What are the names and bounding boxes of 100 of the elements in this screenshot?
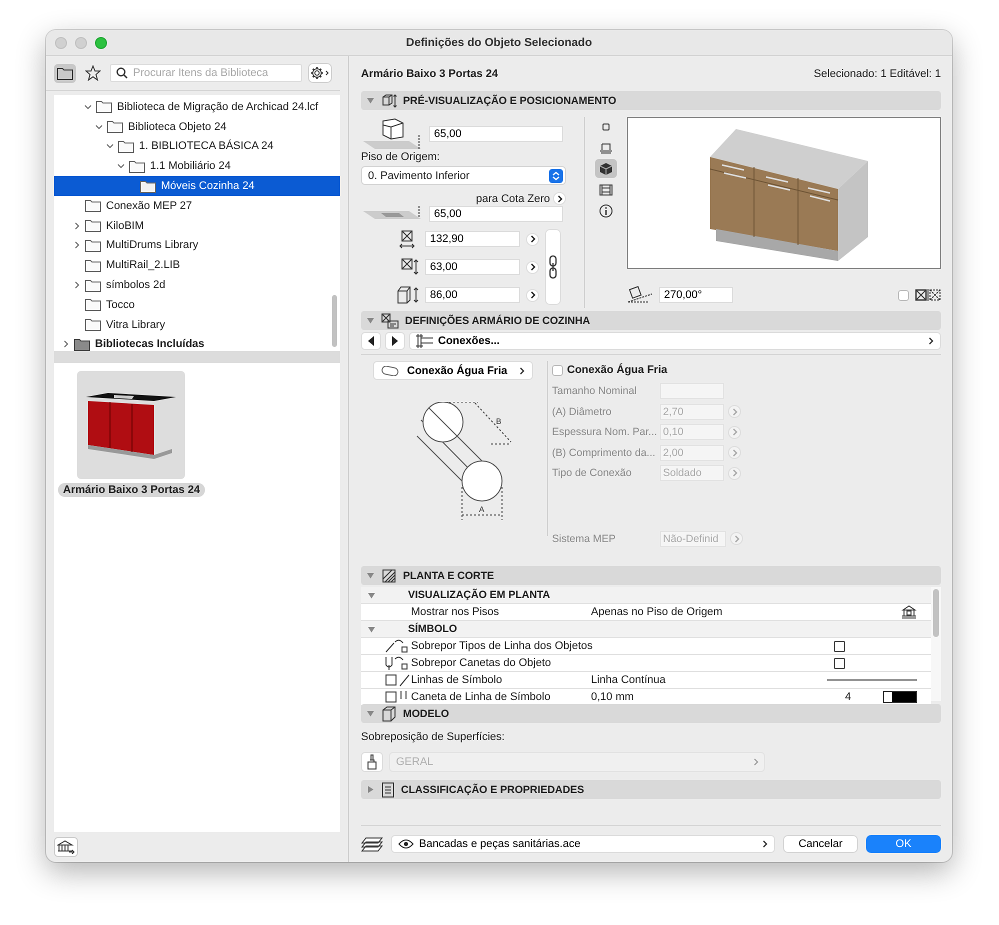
zoom-button[interactable] [95, 36, 107, 48]
star-icon [85, 65, 101, 81]
chevron-icon[interactable] [106, 142, 114, 150]
chevron-icon[interactable] [116, 162, 124, 170]
parameter-label: Tipo de Conexão [552, 467, 633, 480]
pipe-fitting-icon [415, 333, 435, 349]
tree-item[interactable]: MultiRail_2.LIB [54, 255, 340, 276]
property-value[interactable]: Linha Contínua [591, 674, 801, 686]
section-header[interactable]: PRÉ-VISUALIZAÇÃO E POSICIONAMENTO [361, 91, 941, 110]
tree-item[interactable]: Vitra Library [54, 314, 340, 335]
settings-button[interactable] [308, 63, 332, 83]
cube-icon [381, 706, 397, 722]
item-label[interactable]: Armário Baixo 3 Portas 24 [58, 483, 205, 497]
section-header[interactable]: MODELO [361, 704, 941, 723]
checkbox[interactable] [834, 658, 845, 668]
parameter-label: (B) Comprimento da... [552, 446, 656, 459]
rotation-field[interactable]: 270,00° [659, 287, 733, 303]
scrollbar[interactable] [332, 295, 337, 347]
folder-icon [129, 160, 145, 173]
property-label: Sobrepor Canetas do Objeto [411, 657, 552, 669]
folder-icon [118, 140, 134, 153]
tree-item[interactable]: Bibliotecas Incluídas [54, 334, 340, 354]
library-manager-button[interactable] [54, 837, 78, 857]
height-field[interactable]: 86,00 [425, 287, 520, 303]
checkbox[interactable] [834, 640, 845, 652]
tree-item[interactable]: 1. BIBLIOTECA BÁSICA 24 [54, 136, 340, 156]
next-page-button[interactable] [385, 332, 405, 350]
tree-item[interactable]: MultiDrums Library [54, 236, 340, 256]
line-sample-icon[interactable] [827, 678, 917, 682]
document-icon [381, 782, 395, 798]
chevron-icon [734, 534, 740, 543]
scrollbar[interactable] [933, 589, 939, 637]
chevron-icon[interactable] [62, 340, 70, 348]
pipe-diagram-drawing: A B [403, 402, 523, 522]
layers-icon [361, 836, 383, 852]
arrow-button[interactable] [526, 288, 539, 302]
chevron-icon[interactable] [72, 281, 80, 290]
property-value[interactable]: Apenas no Piso de Origem [591, 606, 801, 618]
disclosure-icon[interactable] [367, 624, 376, 634]
cancel-button[interactable]: Cancelar [783, 835, 858, 853]
page-dropdown[interactable]: Conexões... [409, 332, 941, 350]
elevation-field[interactable]: 65,00 [429, 126, 563, 142]
stories-icon[interactable] [901, 605, 917, 619]
link-button[interactable] [545, 229, 561, 305]
story-dropdown[interactable]: 0. Pavimento Inferior [361, 166, 566, 185]
field-label: para Cota Zero [476, 192, 550, 204]
view-mode-button[interactable] [595, 159, 617, 178]
chevron-icon [530, 235, 536, 243]
mirror-checkbox[interactable] [898, 290, 909, 300]
chevron-icon[interactable] [94, 122, 102, 131]
pen-number[interactable]: 4 [845, 691, 853, 703]
field-label: Piso de Origem: [361, 151, 441, 163]
favorites-tab[interactable] [82, 64, 104, 82]
triangle-right-icon [391, 336, 399, 346]
search-field[interactable]: Procurar Itens da Biblioteca [110, 64, 302, 82]
folder-tab[interactable] [54, 64, 76, 82]
checkbox-label: Conexão Água Fria [567, 364, 668, 376]
property-value[interactable]: 0,10 mm [591, 691, 801, 703]
gear-icon [310, 66, 330, 80]
tree-item[interactable]: Conexão MEP 27 [54, 196, 340, 216]
width-field[interactable]: 132,90 [425, 231, 520, 247]
depth-field[interactable]: 63,00 [425, 259, 520, 275]
tree-item[interactable]: Biblioteca Objeto 24 [54, 116, 340, 137]
cube-icon [599, 162, 613, 176]
section-header[interactable]: PLANTA E CORTE [361, 566, 941, 585]
mirror-icon [915, 289, 941, 301]
line-type-icon [383, 672, 411, 688]
tree-item[interactable]: KiloBIM [54, 216, 340, 236]
connection-button[interactable]: Conexão Água Fria [373, 361, 533, 380]
arrow-button[interactable] [526, 232, 539, 246]
folder-icon [85, 258, 101, 272]
previous-page-button[interactable] [361, 332, 381, 350]
layer-dropdown[interactable]: Bancadas e peças sanitárias.ace [391, 835, 775, 853]
folder-icon [85, 219, 101, 232]
thumbnail-background[interactable] [77, 371, 186, 479]
chevron-icon[interactable] [72, 222, 80, 230]
tree-item[interactable]: Biblioteca de Migração de Archicad 24.lcf [54, 97, 340, 117]
folder-icon [57, 66, 73, 80]
elevation-field[interactable]: 65,00 [429, 206, 563, 222]
section-header[interactable]: DEFINIÇÕES ARMÁRIO DE COZINHA [361, 311, 941, 330]
group-label: VISUALIZAÇÃO EM PLANTA [408, 589, 550, 601]
checkbox[interactable] [552, 364, 563, 376]
disclosure-icon[interactable] [367, 590, 376, 600]
tree-item[interactable]: 1.1 Mobiliário 24 [54, 156, 340, 176]
chevron-icon[interactable] [84, 102, 92, 111]
property-label: Caneta de Linha de Símbolo [411, 691, 552, 703]
tree-item[interactable]: símbolos 2d [54, 275, 340, 295]
pen-color-swatch[interactable] [883, 691, 917, 703]
arrow-button[interactable] [526, 260, 539, 274]
triangle-left-icon [367, 336, 375, 346]
tree-item[interactable]: Móveis Cozinha 24 [54, 176, 340, 196]
ok-button[interactable]: OK [866, 835, 941, 853]
paint-bucket-button[interactable] [361, 752, 383, 772]
folder-icon [85, 238, 101, 252]
arrow-button[interactable] [553, 192, 566, 205]
tree-item[interactable]: Tocco [54, 294, 340, 315]
section-header[interactable]: CLASSIFICAÇÃO E PROPRIEDADES [361, 780, 941, 799]
pipe-icon [381, 366, 399, 376]
chevron-icon[interactable] [72, 241, 80, 250]
paint-bucket-icon [366, 754, 378, 770]
